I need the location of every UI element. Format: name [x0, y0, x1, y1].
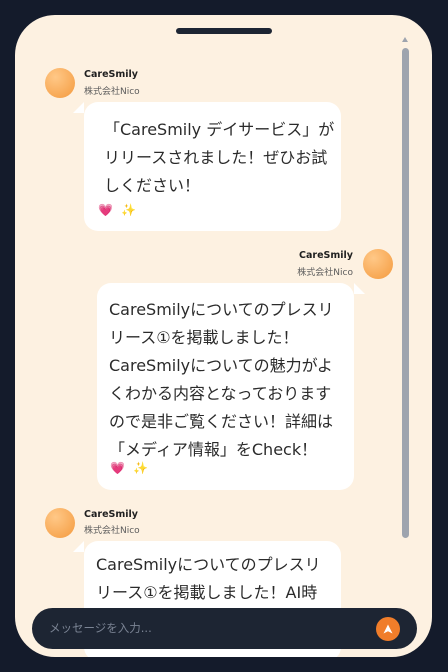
- heart-icon[interactable]: 💗: [98, 203, 113, 217]
- sender-name: CareSmily: [84, 69, 138, 80]
- sender-company: 株式会社Nico: [84, 526, 140, 536]
- avatar: [363, 249, 393, 279]
- message-input[interactable]: メッセージを入力...: [49, 608, 152, 649]
- reactions[interactable]: 💗 ✨: [98, 203, 144, 217]
- notch: [176, 28, 272, 34]
- arrow-up-icon: [383, 624, 393, 634]
- scroll-up-arrow-icon[interactable]: [402, 37, 408, 42]
- message-bubble[interactable]: CareSmilyについてのプレスリ リース①を掲載しました！ CareSmil…: [97, 283, 365, 490]
- avatar: [45, 508, 75, 538]
- reactions[interactable]: 💗 ✨: [110, 461, 156, 475]
- send-button[interactable]: [376, 617, 400, 641]
- heart-icon[interactable]: 💗: [110, 461, 125, 475]
- message-text: CareSmilyについてのプレスリ リース①を掲載しました！AI時: [96, 555, 321, 602]
- message-text: CareSmilyについてのプレスリ リース①を掲載しました！ CareSmil…: [109, 300, 334, 459]
- sender-name: CareSmily: [299, 250, 353, 261]
- sparkles-icon[interactable]: ✨: [121, 203, 136, 217]
- scrollbar-thumb[interactable]: [402, 48, 409, 538]
- chat-screen: CareSmily 株式会社Nico 「CareSmily デイサービス」が リ…: [15, 15, 432, 657]
- sender-company: 株式会社Nico: [297, 268, 353, 278]
- message-text: 「CareSmily デイサービス」が リリースされました！ぜひお試 しください…: [104, 120, 335, 195]
- sender-name: CareSmily: [84, 509, 138, 520]
- avatar: [45, 68, 75, 98]
- sparkles-icon[interactable]: ✨: [133, 461, 148, 475]
- message-input-bar[interactable]: メッセージを入力...: [32, 608, 417, 649]
- sender-company: 株式会社Nico: [84, 87, 140, 97]
- message-bubble[interactable]: 「CareSmily デイサービス」が リリースされました！ぜひお試 しください…: [73, 102, 341, 231]
